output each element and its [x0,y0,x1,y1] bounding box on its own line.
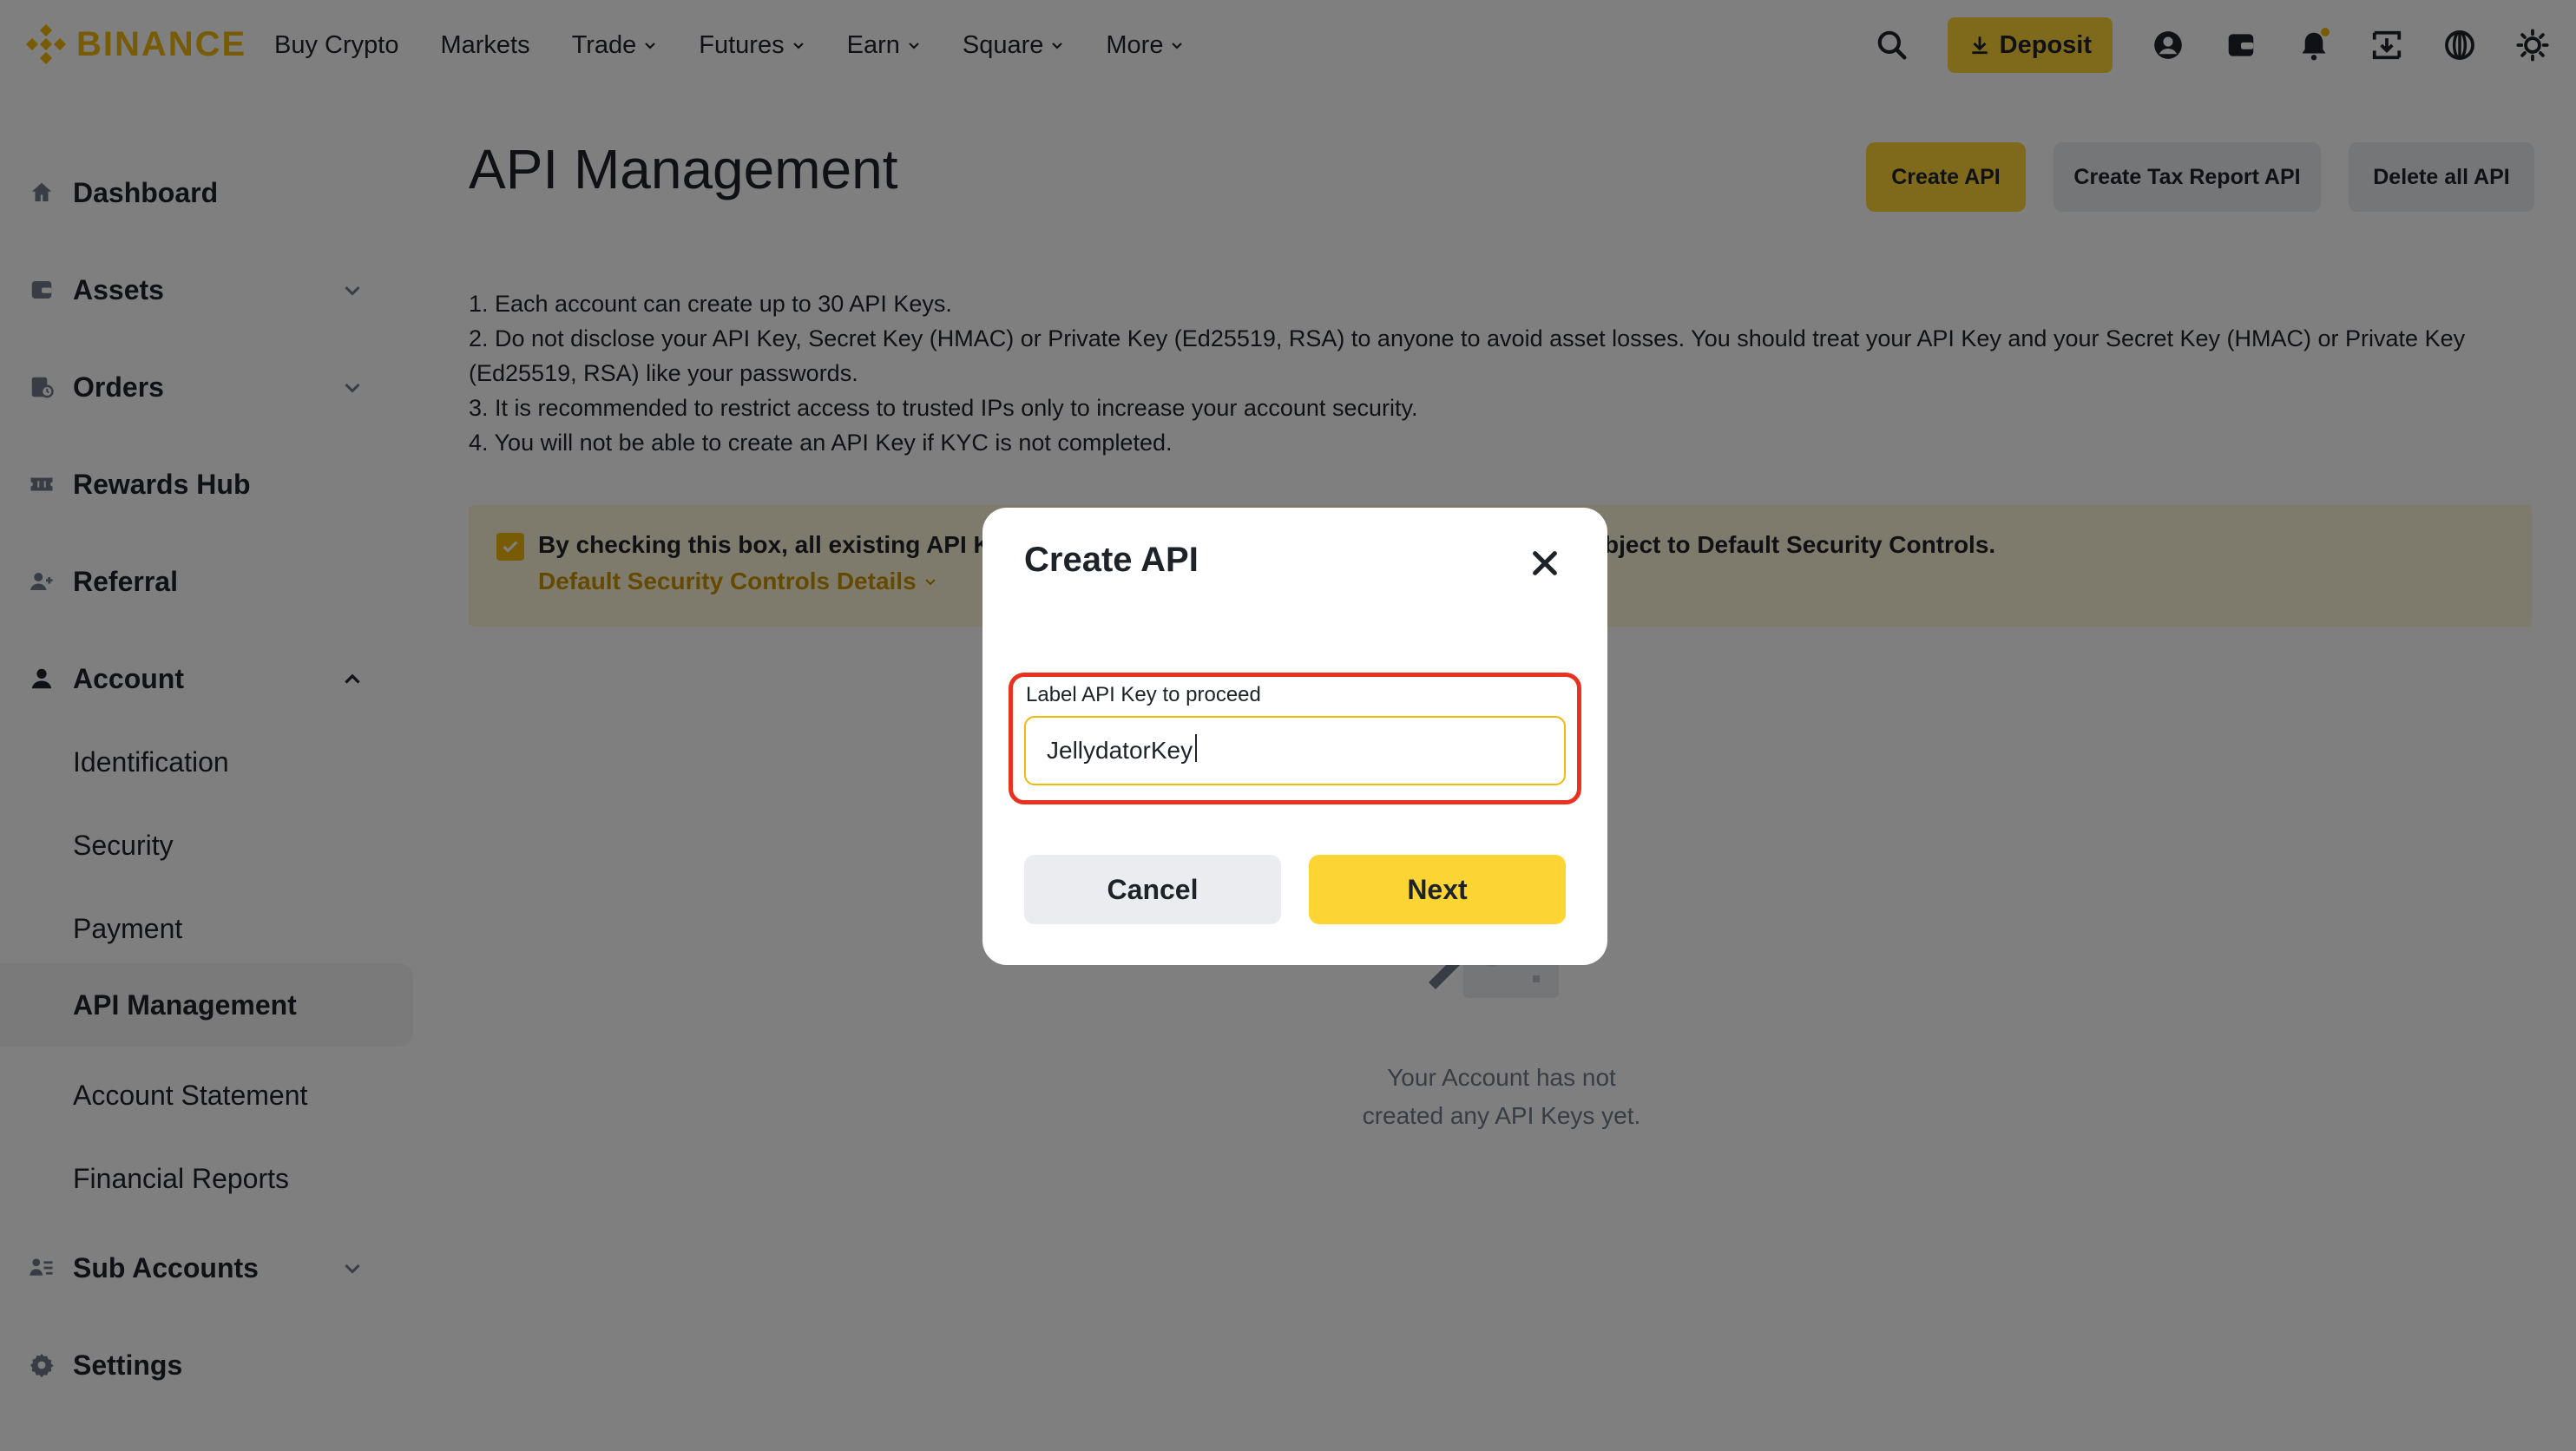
api-key-label-input[interactable] [1024,716,1566,785]
api-key-label-caption: Label API Key to proceed [1026,683,1261,706]
next-button[interactable]: Next [1309,855,1566,924]
cancel-button[interactable]: Cancel [1024,855,1281,924]
create-api-dialog: Create API Label API Key to proceed Canc… [982,508,1607,965]
dialog-title: Create API [1024,541,1199,579]
close-icon[interactable] [1526,544,1564,582]
text-cursor [1195,734,1197,762]
